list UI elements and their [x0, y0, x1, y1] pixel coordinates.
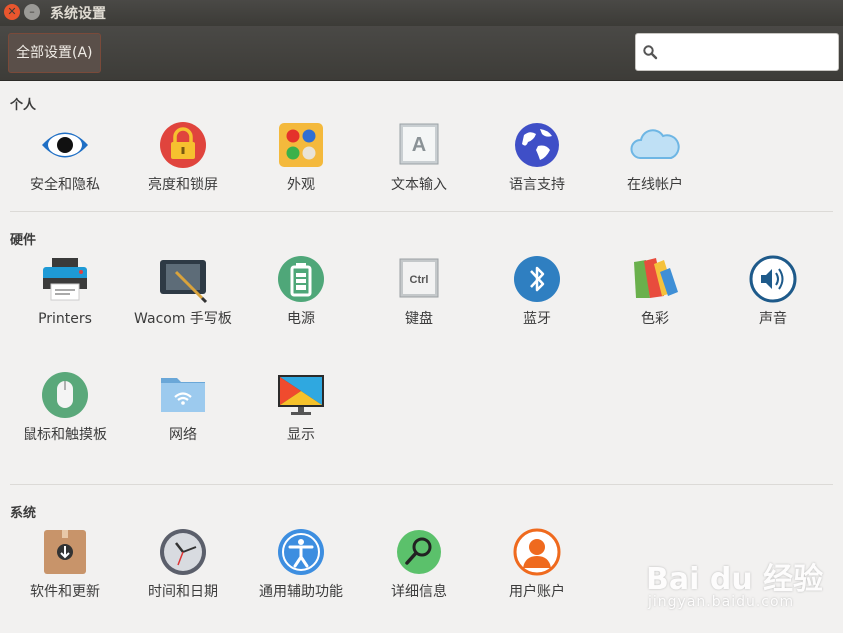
item-sound[interactable]: 声音 [714, 254, 832, 331]
accessibility-icon [278, 529, 324, 575]
item-network[interactable]: 网络 [124, 370, 242, 447]
item-software-updates[interactable]: 软件和更新 [6, 527, 124, 604]
window-close-button[interactable]: ✕ [4, 4, 20, 20]
item-time-date[interactable]: 时间和日期 [124, 527, 242, 604]
item-label: 电源 [287, 311, 315, 327]
item-brightness-lock[interactable]: 亮度和锁屏 [124, 120, 242, 197]
item-label: 用户账户 [509, 584, 565, 600]
window-minimize-button[interactable]: – [24, 4, 40, 20]
baidu-watermark: Bai du 经验 jingyan.baidu.com [646, 540, 836, 620]
item-keyboard[interactable]: Ctrl 键盘 [360, 254, 478, 331]
watermark-url: jingyan.baidu.com [648, 594, 795, 610]
battery-icon [278, 256, 324, 302]
item-label: 蓝牙 [523, 311, 551, 327]
section-title-personal: 个人 [10, 98, 37, 113]
software-package-icon [44, 530, 86, 574]
section-title-hardware: 硬件 [10, 233, 37, 248]
item-label: 亮度和锁屏 [148, 177, 218, 193]
item-displays[interactable]: 显示 [242, 370, 360, 447]
eye-icon [42, 132, 88, 158]
ctrl-key-label: Ctrl [410, 274, 429, 286]
window-title: 系统设置 [50, 6, 106, 22]
appearance-palette-icon [279, 123, 323, 167]
item-online-accounts[interactable]: 在线帐户 [596, 120, 714, 197]
cloud-icon [630, 129, 680, 159]
item-label: 在线帐户 [627, 177, 683, 193]
text-input-letter: A [412, 134, 426, 156]
globe-icon [515, 123, 559, 167]
color-swatches-icon [634, 258, 678, 298]
watermark-brand: Bai du 经验 [646, 562, 824, 597]
magnifier-icon [397, 530, 441, 574]
printer-icon [43, 258, 87, 301]
search-box[interactable] [635, 33, 839, 71]
item-printers[interactable]: Printers [6, 254, 124, 331]
item-label: 外观 [287, 177, 315, 193]
minimize-icon: – [29, 5, 35, 18]
item-label: 声音 [759, 311, 787, 327]
title-bar: ✕ – 系统设置 [0, 0, 843, 26]
clock-icon [160, 529, 206, 575]
item-label: 通用辅助功能 [259, 584, 343, 600]
item-label: 软件和更新 [30, 584, 100, 600]
section-divider [10, 484, 833, 485]
item-mouse-touchpad[interactable]: 鼠标和触摸板 [6, 370, 124, 447]
speaker-icon [749, 255, 797, 303]
network-folder-icon [161, 378, 205, 412]
item-label: 时间和日期 [148, 584, 218, 600]
section-divider [10, 211, 833, 212]
item-user-accounts[interactable]: 用户账户 [478, 527, 596, 604]
toolbar: 全部设置(A) [0, 26, 843, 81]
item-label: 显示 [287, 427, 315, 443]
text-input-icon: A [399, 123, 439, 165]
item-label: 详细信息 [391, 584, 447, 600]
item-label: 文本输入 [391, 177, 447, 193]
item-label: 色彩 [641, 311, 669, 327]
item-text-entry[interactable]: A 文本输入 [360, 120, 478, 197]
wacom-tablet-icon [160, 260, 208, 304]
item-security-privacy[interactable]: 安全和隐私 [6, 120, 124, 197]
item-universal-access[interactable]: 通用辅助功能 [242, 527, 360, 604]
keyboard-ctrl-icon: Ctrl [399, 258, 439, 298]
all-settings-button[interactable]: 全部设置(A) [8, 33, 101, 73]
item-details[interactable]: 详细信息 [360, 527, 478, 604]
item-bluetooth[interactable]: 蓝牙 [478, 254, 596, 331]
item-label: 安全和隐私 [30, 177, 100, 193]
item-label: 鼠标和触摸板 [23, 427, 107, 443]
item-appearance[interactable]: 外观 [242, 120, 360, 197]
item-label: 语言支持 [509, 177, 565, 193]
mouse-icon [42, 372, 88, 418]
search-input[interactable] [664, 40, 838, 66]
user-avatar-icon [513, 528, 561, 576]
item-color[interactable]: 色彩 [596, 254, 714, 331]
display-monitor-icon [278, 375, 324, 415]
item-language-support[interactable]: 语言支持 [478, 120, 596, 197]
item-label: Wacom 手写板 [134, 311, 232, 327]
item-power[interactable]: 电源 [242, 254, 360, 331]
section-title-system: 系统 [10, 506, 37, 521]
item-wacom-tablet[interactable]: Wacom 手写板 [124, 254, 242, 331]
close-icon: ✕ [7, 5, 17, 18]
lock-icon [160, 122, 206, 168]
search-icon [643, 45, 658, 60]
item-label: Printers [38, 311, 92, 327]
item-label: 键盘 [405, 311, 433, 327]
bluetooth-icon [514, 256, 560, 302]
item-label: 网络 [169, 427, 197, 443]
